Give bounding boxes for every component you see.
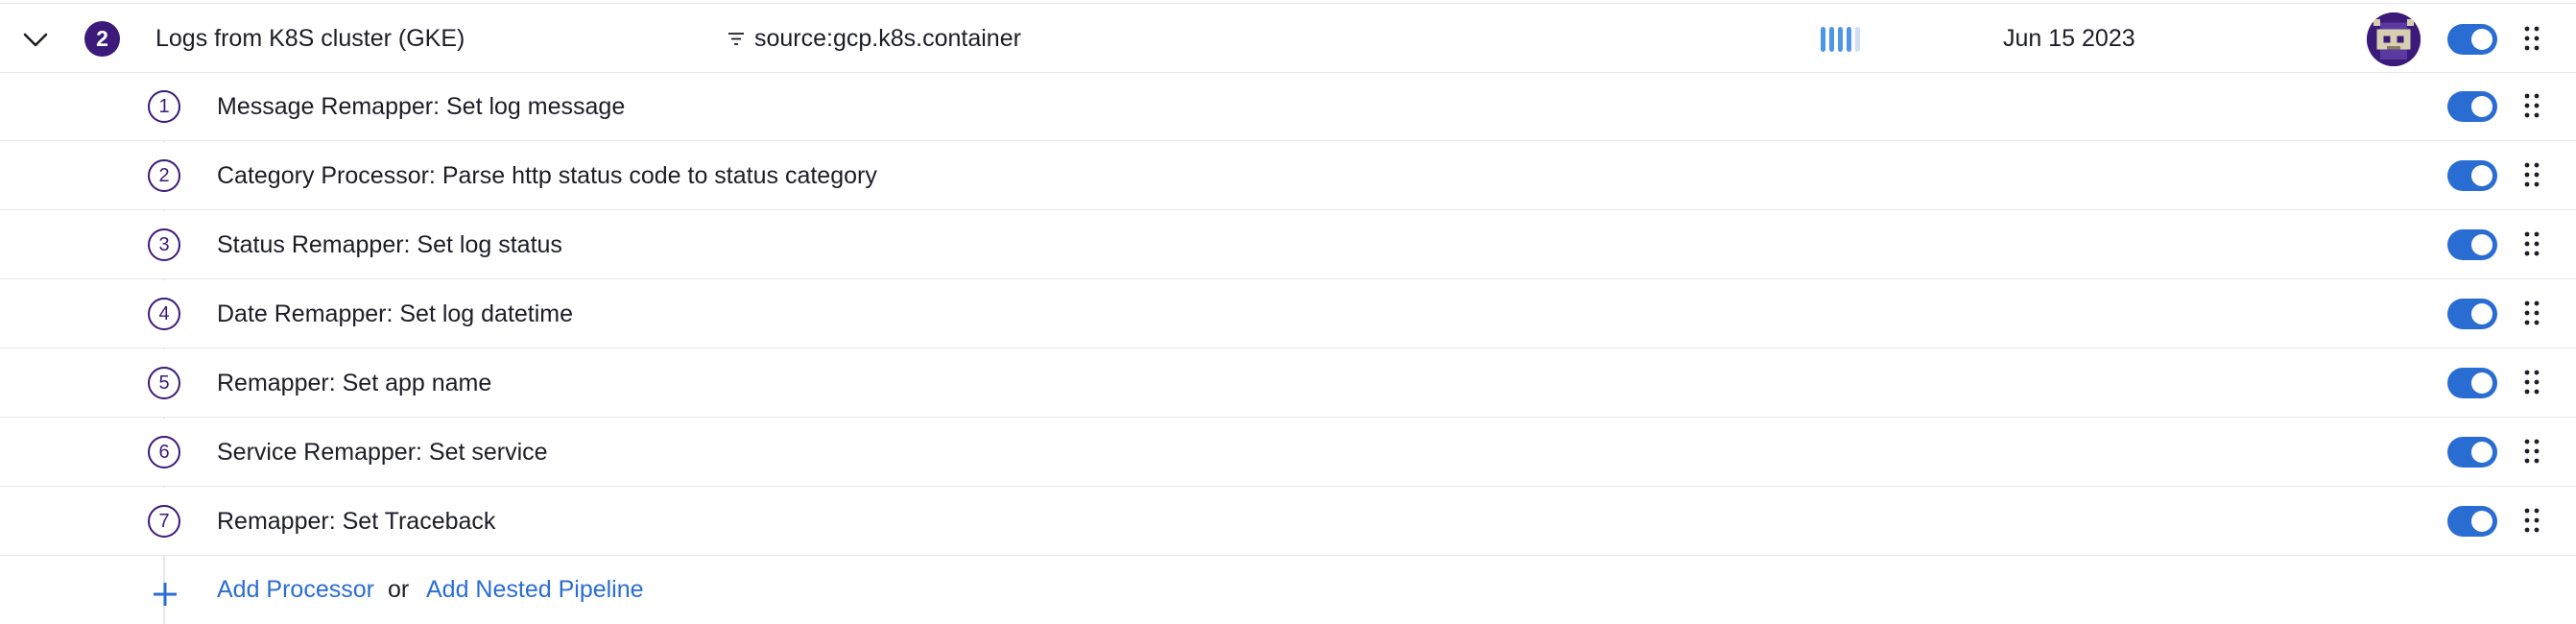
drag-handle-icon[interactable] [2523, 92, 2540, 119]
add-nested-pipeline-link[interactable]: Add Nested Pipeline [426, 576, 644, 604]
pipeline-list: 2 Logs from K8S cluster (GKE) source:gcp… [0, 0, 2576, 624]
processor-name[interactable]: Status Remapper: Set log status [217, 231, 562, 259]
processor-name[interactable]: Service Remapper: Set service [217, 439, 548, 467]
volume-bars-indicator [1821, 27, 1860, 52]
volume-bar [1855, 27, 1860, 52]
processor-row[interactable]: 6 Service Remapper: Set service [0, 419, 2576, 487]
or-text: or [388, 576, 410, 603]
drag-handle-icon[interactable] [2523, 25, 2540, 52]
processor-enable-toggle[interactable] [2447, 229, 2497, 260]
processor-enable-toggle[interactable] [2447, 160, 2497, 191]
drag-handle-icon[interactable] [2523, 438, 2540, 465]
processor-name[interactable]: Message Remapper: Set log message [217, 93, 625, 121]
drag-handle-icon[interactable] [2523, 300, 2540, 326]
pipeline-enable-toggle[interactable] [2447, 24, 2497, 55]
processor-name[interactable]: Category Processor: Parse http status co… [217, 162, 877, 190]
processor-name[interactable]: Date Remapper: Set log datetime [217, 300, 573, 328]
processor-row[interactable]: 3 Status Remapper: Set log status [0, 211, 2576, 279]
processor-number-badge: 5 [148, 367, 180, 399]
processor-number-badge: 6 [148, 436, 180, 468]
volume-bar [1829, 27, 1834, 52]
pipeline-number-badge: 2 [84, 21, 120, 57]
plus-icon[interactable] [151, 580, 179, 609]
processor-name[interactable]: Remapper: Set app name [217, 370, 491, 397]
processor-enable-toggle[interactable] [2447, 91, 2497, 122]
processor-row[interactable]: 5 Remapper: Set app name [0, 349, 2576, 418]
avatar [2367, 12, 2421, 66]
pipeline-row[interactable]: 2 Logs from K8S cluster (GKE) source:gcp… [0, 3, 2576, 73]
processor-row[interactable]: 2 Category Processor: Parse http status … [0, 142, 2576, 210]
add-processor-link[interactable]: Add Processor [217, 576, 374, 604]
pipeline-name[interactable]: Logs from K8S cluster (GKE) [155, 25, 465, 53]
processor-number-badge: 1 [148, 90, 180, 123]
processor-enable-toggle[interactable] [2447, 299, 2497, 329]
add-processor-row: Add Processor or Add Nested Pipeline [0, 556, 2576, 624]
volume-bar [1821, 27, 1825, 52]
processor-number-badge: 4 [148, 298, 180, 330]
processor-row[interactable]: 4 Date Remapper: Set log datetime [0, 280, 2576, 348]
volume-bar [1838, 27, 1843, 52]
pipeline-filter-query: source:gcp.k8s.container [754, 25, 1021, 52]
drag-handle-icon[interactable] [2523, 369, 2540, 396]
last-modified-date: Jun 15 2023 [2003, 25, 2135, 52]
processor-enable-toggle[interactable] [2447, 506, 2497, 537]
drag-handle-icon[interactable] [2523, 230, 2540, 257]
volume-bar [1847, 27, 1851, 52]
processor-number-badge: 7 [148, 505, 180, 538]
drag-handle-icon[interactable] [2523, 507, 2540, 534]
processor-row[interactable]: 7 Remapper: Set Traceback [0, 488, 2576, 556]
drag-handle-icon[interactable] [2523, 161, 2540, 188]
processor-enable-toggle[interactable] [2447, 437, 2497, 468]
processor-number-badge: 2 [148, 159, 180, 192]
processor-row[interactable]: 1 Message Remapper: Set log message [0, 73, 2576, 141]
processor-name[interactable]: Remapper: Set Traceback [217, 508, 495, 536]
filter-icon [728, 33, 744, 45]
processor-enable-toggle[interactable] [2447, 368, 2497, 398]
processor-number-badge: 3 [148, 228, 180, 261]
chevron-down-icon[interactable] [21, 25, 50, 54]
